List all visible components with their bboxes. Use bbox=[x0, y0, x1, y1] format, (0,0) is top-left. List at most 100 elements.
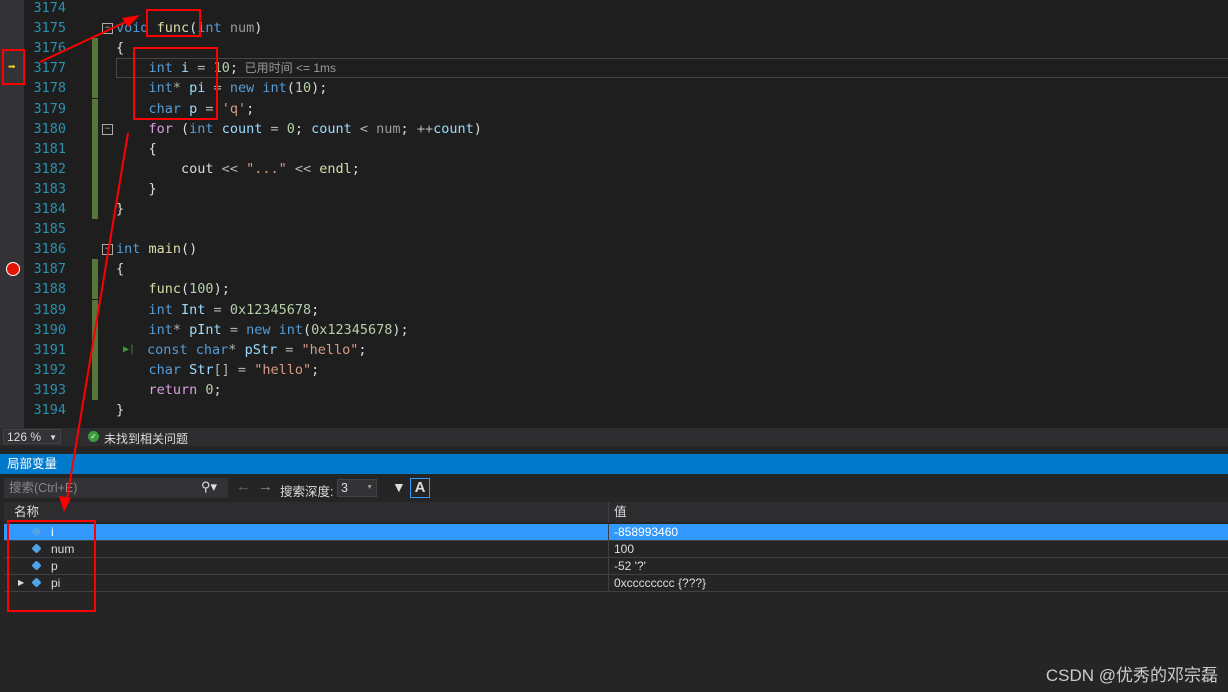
code-line[interactable]: 3186 − int main() bbox=[0, 239, 1228, 259]
code-token: int bbox=[262, 80, 287, 97]
search-icon[interactable]: ⚲▾ bbox=[201, 479, 217, 495]
code-line[interactable]: 3194} bbox=[0, 400, 1228, 420]
back-arrow-icon[interactable]: ← bbox=[236, 478, 251, 495]
code-line[interactable]: 3174 bbox=[0, 0, 1228, 18]
code-line[interactable]: 3182 cout << "..." << endl; bbox=[0, 158, 1228, 179]
variable-value[interactable]: 0xcccccccc {???} bbox=[608, 575, 706, 591]
line-number: 3174 bbox=[33, 0, 66, 16]
code-token: int bbox=[116, 301, 182, 318]
depth-dropdown[interactable]: 3 ▼ bbox=[337, 479, 377, 497]
code-token: func bbox=[156, 20, 190, 37]
code-line[interactable]: 3188 func(100); bbox=[0, 279, 1228, 300]
variable-row[interactable]: p -52 '?' bbox=[4, 558, 1228, 575]
collapse-icon[interactable]: − bbox=[102, 23, 113, 35]
line-number: 3184 bbox=[33, 201, 66, 217]
variable-name: num bbox=[51, 542, 75, 556]
code-token: char bbox=[116, 361, 190, 378]
search-input[interactable]: 搜索(Ctrl+E) bbox=[4, 478, 228, 498]
collapse-icon[interactable]: − bbox=[102, 244, 113, 256]
variable-icon bbox=[31, 543, 42, 554]
code-token: char bbox=[195, 341, 229, 358]
code-token: new bbox=[246, 321, 279, 338]
change-bar bbox=[92, 118, 98, 139]
code-token: { bbox=[116, 261, 125, 278]
code-line[interactable]: ➡ 3177 int i = 10; 已用时间 <= 1ms bbox=[0, 58, 1228, 79]
code-token: ( bbox=[181, 281, 190, 298]
code-line[interactable]: 3191 ▶| const char* pStr = "hello"; bbox=[0, 339, 1228, 360]
code-token: ( bbox=[286, 80, 295, 97]
variable-value[interactable]: -858993460 bbox=[608, 524, 678, 540]
code-token: const bbox=[147, 341, 196, 358]
code-line[interactable]: 3181 { bbox=[0, 138, 1228, 159]
code-line[interactable]: 3175− void func(int num) bbox=[0, 18, 1228, 38]
variable-value[interactable]: 100 bbox=[608, 541, 634, 557]
change-bar bbox=[92, 339, 98, 360]
code-line[interactable]: 3180 − for (int count = 0; count < num; +… bbox=[0, 118, 1228, 139]
variable-value[interactable]: -52 '?' bbox=[608, 558, 646, 574]
column-name-header[interactable]: 名称 bbox=[14, 502, 39, 522]
change-bar bbox=[92, 359, 98, 380]
variable-name: i bbox=[51, 525, 54, 539]
code-line[interactable]: 3193 return 0; bbox=[0, 379, 1228, 400]
code-token: 0 bbox=[286, 120, 295, 137]
code-token: ( bbox=[181, 120, 190, 137]
code-token: ); bbox=[311, 80, 328, 97]
filter-icon[interactable]: ▼ bbox=[392, 479, 406, 495]
chevron-down-icon: ▼ bbox=[49, 433, 57, 442]
line-number: 3183 bbox=[33, 180, 66, 197]
variable-name: pi bbox=[51, 576, 61, 590]
collapse-icon[interactable]: − bbox=[102, 123, 113, 135]
code-token: ; bbox=[311, 301, 320, 318]
locals-toolbar: 搜索(Ctrl+E) ⚲▾ ← → 搜索深度: 3 ▼ ▼ A bbox=[0, 476, 1228, 500]
code-token: () bbox=[181, 241, 198, 258]
check-circle-icon: ✓ bbox=[88, 431, 99, 442]
code-token: return bbox=[116, 381, 206, 398]
code-line[interactable]: 3187 { bbox=[0, 259, 1228, 280]
code-line[interactable]: 3184} bbox=[0, 199, 1228, 219]
code-token: ); bbox=[392, 321, 409, 338]
code-token: for bbox=[116, 120, 182, 137]
line-number: 3194 bbox=[33, 402, 66, 418]
variable-row[interactable]: ▶ pi 0xcccccccc {???} bbox=[4, 575, 1228, 592]
table-header: 名称 值 bbox=[4, 502, 1228, 522]
code-token: { bbox=[116, 140, 157, 157]
elapsed-time-hint: 已用时间 <= 1ms bbox=[237, 61, 336, 76]
case-sensitive-icon[interactable]: A bbox=[410, 478, 430, 498]
code-line[interactable]: 3178 int* pi = new int(10); bbox=[0, 78, 1228, 99]
code-token: } bbox=[116, 402, 125, 418]
code-token: = bbox=[221, 321, 247, 338]
code-token: int bbox=[189, 120, 222, 137]
code-line[interactable]: 3190 int* pInt = new int(0x12345678); bbox=[0, 319, 1228, 340]
zoom-dropdown[interactable]: 126 % ▼ bbox=[3, 429, 61, 444]
code-token: pStr bbox=[244, 341, 278, 358]
code-line[interactable]: 3179 char p = 'q'; bbox=[0, 98, 1228, 119]
code-token: int bbox=[116, 321, 173, 338]
line-number: 3185 bbox=[33, 221, 66, 238]
breakpoint-icon[interactable] bbox=[6, 262, 20, 277]
code-line[interactable]: 3183 } bbox=[0, 178, 1228, 199]
code-token: "..." bbox=[246, 160, 287, 177]
code-line[interactable]: 3185 bbox=[0, 219, 1228, 239]
change-bar bbox=[92, 199, 98, 219]
depth-label: 搜索深度: bbox=[280, 485, 334, 499]
code-token: < bbox=[351, 120, 377, 137]
panel-title[interactable]: 局部变量 bbox=[0, 454, 1228, 474]
code-token: = bbox=[189, 60, 214, 77]
line-number: 3193 bbox=[33, 381, 66, 398]
code-line[interactable]: 3176 { bbox=[0, 38, 1228, 59]
variable-row[interactable]: i -858993460 bbox=[4, 524, 1228, 541]
editor-status-bar: 126 % ▼ ✓ 未找到相关问题 bbox=[0, 428, 1228, 446]
expand-icon[interactable]: ▶ bbox=[18, 575, 24, 591]
code-editor[interactable]: 3174 3175− void func(int num) 3176{➡ 3177 in… bbox=[0, 0, 1228, 428]
forward-arrow-icon[interactable]: → bbox=[258, 478, 273, 495]
column-value-header[interactable]: 值 bbox=[608, 502, 627, 522]
code-token: ; bbox=[358, 341, 367, 358]
code-line[interactable]: 3192 char Str[] = "hello"; bbox=[0, 359, 1228, 380]
variable-row[interactable]: num 100 bbox=[4, 541, 1228, 558]
code-line[interactable]: 3189 int Int = 0x12345678; bbox=[0, 299, 1228, 320]
line-number: 3176 bbox=[33, 40, 66, 57]
issues-status[interactable]: 未找到相关问题 bbox=[104, 430, 188, 447]
run-to-click-icon[interactable]: ▶| bbox=[123, 340, 135, 360]
code-token: count bbox=[433, 120, 474, 137]
code-token: = bbox=[197, 100, 222, 117]
